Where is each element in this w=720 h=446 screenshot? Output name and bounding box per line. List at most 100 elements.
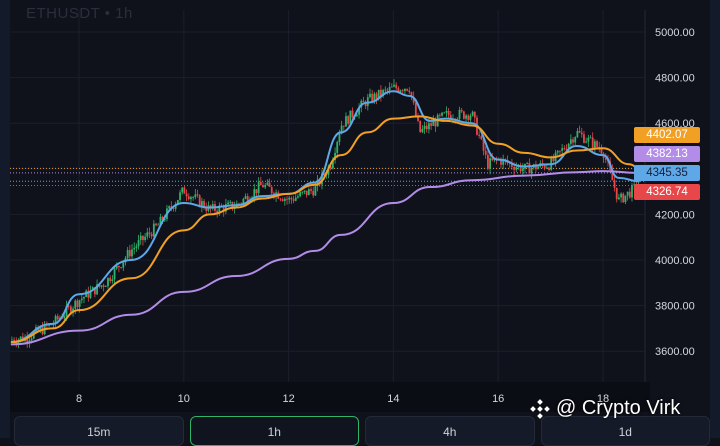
candle [600, 144, 603, 156]
price-label: 4402.07 [634, 127, 700, 143]
candle-body [227, 202, 229, 205]
candle [576, 128, 579, 139]
candle-body [196, 194, 199, 196]
candle-body [270, 186, 273, 194]
price-label: 4345.35 [634, 165, 700, 181]
candle-body [150, 233, 153, 237]
candle [187, 193, 190, 201]
candle-body [301, 191, 304, 193]
candle-body [168, 206, 171, 209]
y-tick-label: 4200.00 [655, 209, 695, 221]
candle [345, 112, 347, 127]
candle-body [109, 277, 112, 282]
candle-body [467, 115, 470, 120]
candle-body [580, 132, 583, 135]
candle-body [181, 187, 184, 193]
candle [157, 222, 160, 226]
candle-body [286, 198, 288, 200]
candle [286, 195, 288, 205]
candle [312, 186, 315, 198]
candle [563, 145, 566, 151]
candle-body [559, 150, 561, 152]
candle-body [299, 192, 302, 197]
candle [133, 242, 136, 255]
candle [152, 219, 155, 238]
candle-body [569, 139, 572, 144]
candle-body [620, 193, 622, 198]
tab-4h[interactable]: 4h [365, 416, 535, 446]
candle [484, 146, 487, 159]
tab-1d[interactable]: 1d [540, 416, 710, 446]
candle [102, 283, 105, 292]
candle [471, 110, 474, 117]
x-tick-label: 8 [76, 393, 82, 405]
candle-body [428, 123, 430, 130]
candle-body [259, 182, 262, 186]
candle [375, 91, 378, 105]
candle [486, 150, 489, 171]
candle [406, 88, 409, 92]
candle [580, 127, 583, 138]
candle [598, 141, 601, 153]
candle [76, 298, 79, 311]
candle-body [268, 182, 271, 187]
candle [104, 285, 107, 287]
candle-body [545, 167, 548, 169]
candle-body [194, 194, 197, 198]
candle [142, 235, 144, 246]
timeframe-tabs: 15m 1h 4h 1d [14, 416, 710, 446]
candle-body [146, 232, 149, 237]
candle-body [556, 150, 559, 153]
candle [622, 192, 625, 204]
candle-body [478, 134, 481, 137]
candle-body [131, 249, 133, 257]
tab-1h[interactable]: 1h [189, 416, 359, 446]
candle [628, 187, 631, 199]
candle-body [471, 111, 474, 116]
candle-body [445, 111, 448, 113]
candle-body [266, 182, 269, 185]
tab-15m[interactable]: 15m [14, 416, 184, 446]
candle-body [596, 141, 598, 147]
candle-body [438, 114, 441, 116]
candle [122, 262, 125, 272]
candle-body [183, 187, 186, 194]
candle [179, 189, 181, 204]
candle-body [152, 223, 155, 237]
candle [211, 200, 214, 211]
y-tick-label: 4000.00 [655, 255, 695, 267]
candle [593, 139, 596, 153]
candle [460, 107, 463, 114]
candle [268, 178, 271, 187]
candle [502, 154, 505, 169]
candle [281, 197, 284, 202]
candle [419, 120, 422, 133]
candle-body [447, 111, 450, 116]
candle-body [393, 84, 395, 87]
candle [465, 113, 467, 123]
candle [107, 277, 109, 289]
candle-body [369, 93, 371, 98]
candle-body [292, 199, 295, 201]
ma-line-ema-slow [10, 170, 640, 346]
candle-body [338, 133, 341, 142]
candle-body [142, 235, 144, 241]
candle [131, 244, 133, 261]
candle-body [283, 198, 286, 201]
candle [596, 139, 598, 149]
price-chart[interactable]: 5000.004800.004600.004400.004200.004000.… [0, 0, 720, 438]
candle-body [600, 148, 603, 154]
candle [144, 232, 147, 243]
candle-body [279, 198, 282, 200]
candle [620, 192, 622, 203]
candle [307, 187, 310, 196]
candle [100, 285, 103, 289]
candle [109, 275, 112, 284]
candle-body [548, 167, 550, 170]
candle-body [305, 190, 308, 196]
candle-body [244, 196, 247, 199]
candle-body [543, 165, 546, 169]
candle [270, 186, 273, 195]
candle-body [336, 141, 339, 153]
candle [244, 193, 247, 200]
